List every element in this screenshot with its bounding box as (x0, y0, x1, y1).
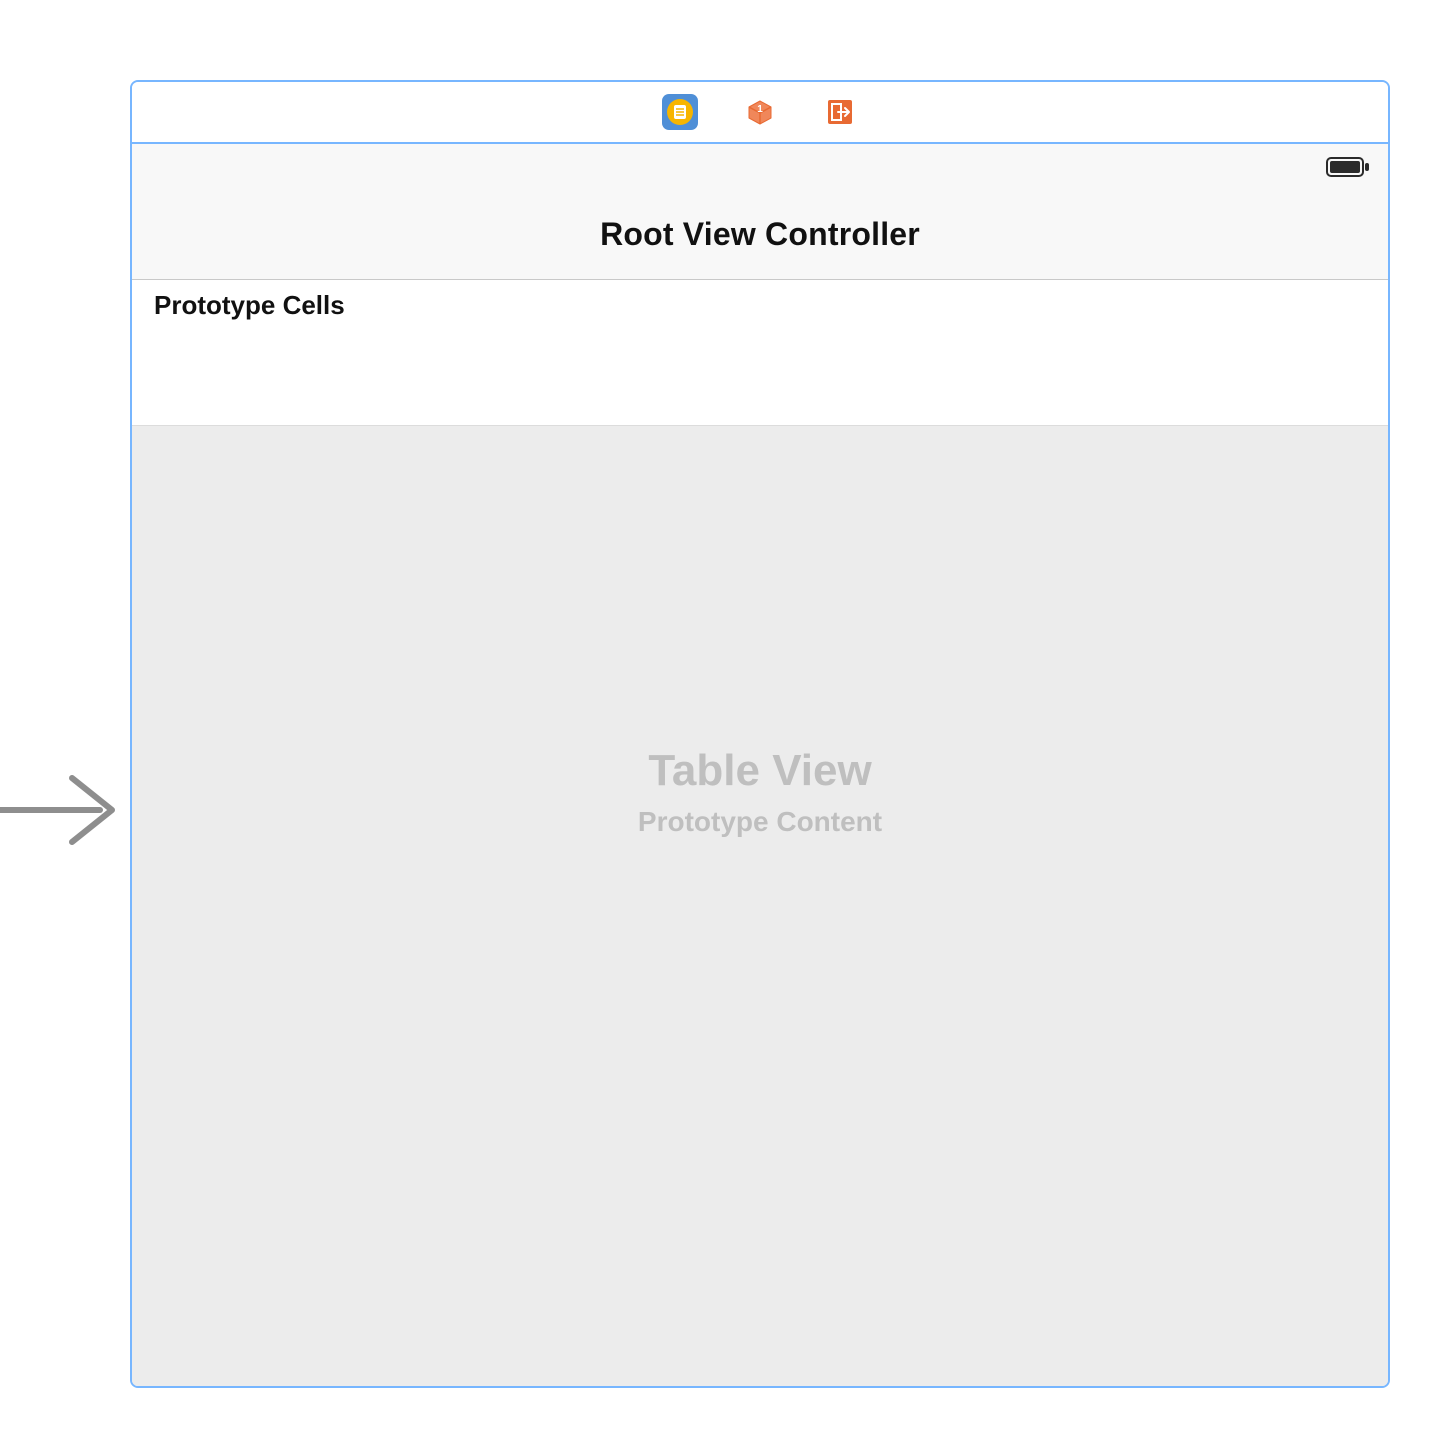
svg-text:1: 1 (757, 104, 763, 115)
storyboard-scene[interactable]: 1 Root View Controller Prototype (130, 80, 1390, 1388)
table-view[interactable]: Table View Prototype Content (132, 426, 1388, 1386)
segue-arrow-icon (0, 750, 130, 870)
battery-icon (1326, 156, 1370, 183)
prototype-cell[interactable] (132, 330, 1388, 426)
prototype-cells-header: Prototype Cells (132, 280, 1388, 330)
navigation-bar[interactable]: Root View Controller (132, 144, 1388, 280)
first-responder-icon[interactable]: 1 (742, 94, 778, 130)
table-view-placeholder-subtitle: Prototype Content (638, 806, 882, 838)
scene-dock: 1 (132, 82, 1388, 144)
table-view-placeholder-title: Table View (648, 746, 871, 796)
view-controller-icon[interactable] (662, 94, 698, 130)
navigation-title[interactable]: Root View Controller (600, 216, 920, 253)
exit-icon[interactable] (822, 94, 858, 130)
